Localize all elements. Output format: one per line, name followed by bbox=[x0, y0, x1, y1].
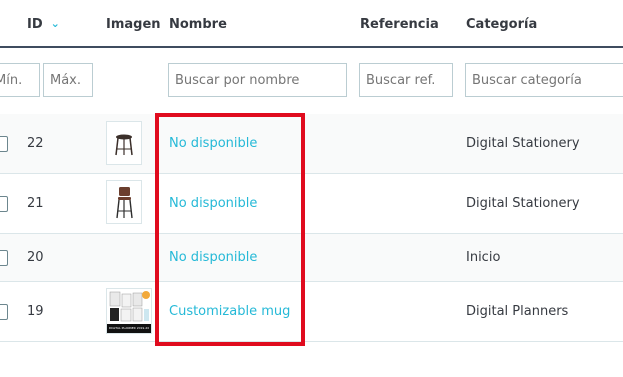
column-id-header[interactable]: ID ⌄ bbox=[27, 17, 60, 32]
row-category: Inicio bbox=[466, 250, 501, 265]
row-category: Digital Stationery bbox=[466, 136, 580, 151]
stool-icon[interactable] bbox=[106, 121, 142, 165]
table-row[interactable]: 21 No disponible Digital Stationery bbox=[0, 174, 623, 234]
row-category: Digital Stationery bbox=[466, 196, 580, 211]
row-select-checkbox[interactable] bbox=[0, 136, 8, 152]
row-id: 22 bbox=[27, 136, 44, 151]
row-select-checkbox[interactable] bbox=[0, 250, 8, 266]
filter-row bbox=[0, 48, 623, 114]
column-id-label: ID bbox=[27, 17, 43, 32]
product-name-link[interactable]: No disponible bbox=[169, 196, 257, 211]
product-name-link[interactable]: Customizable mug bbox=[169, 304, 290, 319]
id-min-filter-input[interactable] bbox=[0, 63, 40, 97]
column-name-label[interactable]: Nombre bbox=[169, 17, 227, 32]
row-id: 20 bbox=[27, 250, 44, 265]
bar-chair-icon[interactable] bbox=[106, 180, 142, 224]
row-select-checkbox[interactable] bbox=[0, 196, 8, 212]
product-name-link[interactable]: No disponible bbox=[169, 136, 257, 151]
product-name-link[interactable]: No disponible bbox=[169, 250, 257, 265]
row-id: 21 bbox=[27, 196, 44, 211]
planner-thumbnail-caption: DIGITAL PLANNER 2019-2020 bbox=[109, 326, 149, 330]
column-reference-label[interactable]: Referencia bbox=[360, 17, 439, 32]
column-category-label[interactable]: Categoría bbox=[466, 17, 537, 32]
category-search-input[interactable] bbox=[465, 63, 623, 97]
row-category: Digital Planners bbox=[466, 304, 569, 319]
table-row[interactable]: 19 DIGITAL PLANNER 2019-2020 Customizabl… bbox=[0, 282, 623, 342]
planner-thumbnail[interactable]: DIGITAL PLANNER 2019-2020 bbox=[106, 288, 152, 334]
table-header: ID ⌄ Imagen Nombre Referencia Categoría bbox=[0, 0, 623, 48]
column-image-label: Imagen bbox=[106, 17, 161, 32]
row-id: 19 bbox=[27, 304, 44, 319]
reference-search-input[interactable] bbox=[359, 63, 453, 97]
name-search-input[interactable] bbox=[168, 63, 347, 97]
row-select-checkbox[interactable] bbox=[0, 304, 8, 320]
table-row[interactable]: 22 No disponible Digital Stationery bbox=[0, 114, 623, 174]
table-row[interactable]: 20 No disponible Inicio bbox=[0, 234, 623, 282]
id-max-filter-input[interactable] bbox=[43, 63, 93, 97]
sort-chevron-down-icon[interactable]: ⌄ bbox=[51, 17, 60, 30]
